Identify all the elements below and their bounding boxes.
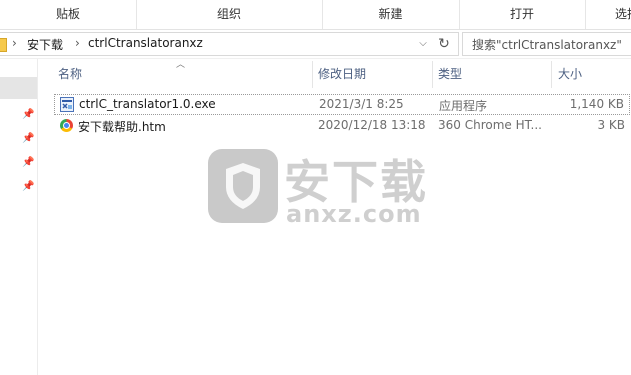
watermark-shield-logo	[208, 149, 278, 223]
file-type: 应用程序	[439, 99, 488, 113]
pin-icon[interactable]: 📌	[22, 157, 34, 168]
file-modified: 2020/12/18 13:18	[318, 118, 426, 132]
exe-icon	[60, 97, 74, 112]
pin-icon[interactable]: 📌	[22, 109, 34, 120]
folder-icon	[0, 38, 7, 52]
chevron-down-icon[interactable]: ⌵	[416, 36, 430, 52]
refresh-icon[interactable]: ↻	[434, 35, 454, 53]
column-header-size[interactable]: 大小	[558, 62, 582, 86]
file-size: 3 KB	[597, 118, 625, 132]
address-row: › 安下载 › ctrlCtranslatoranxz ⌵ ↻ 搜索"ctrlC…	[0, 30, 631, 59]
nav-item-selected[interactable]	[0, 77, 37, 99]
pin-icon[interactable]: 📌	[22, 133, 34, 144]
navigation-pane: 📌 📌 📌 📌	[0, 59, 38, 375]
search-input[interactable]: 搜索"ctrlCtranslatoranxz"	[462, 32, 631, 56]
file-name: 安下载帮助.htm	[78, 120, 166, 134]
pin-icon[interactable]: 📌	[22, 181, 34, 192]
column-header-type[interactable]: 类型	[438, 62, 462, 86]
column-header-modified[interactable]: 修改日期	[318, 62, 366, 86]
file-row[interactable]: ctrlC_translator1.0.exe 2021/3/1 8:25 应用…	[54, 94, 630, 115]
shield-icon	[226, 163, 260, 209]
breadcrumb-current-folder[interactable]: ctrlCtranslatoranxz	[88, 36, 203, 50]
ribbon-group-new[interactable]: 新建	[322, 0, 460, 29]
column-header-name[interactable]: 名称	[58, 62, 82, 86]
column-divider[interactable]	[551, 61, 552, 88]
file-modified: 2021/3/1 8:25	[319, 97, 404, 111]
file-type: 360 Chrome HT...	[438, 118, 542, 132]
watermark-domain: anxz.com	[286, 200, 422, 228]
chevron-right-icon[interactable]: ›	[12, 36, 17, 50]
file-row[interactable]: 安下载帮助.htm 2020/12/18 13:18 360 Chrome HT…	[54, 116, 630, 137]
search-placeholder: 搜索"ctrlCtranslatoranxz"	[472, 38, 622, 52]
chrome-html-icon	[60, 119, 73, 132]
column-divider[interactable]	[432, 61, 433, 88]
breadcrumb-anxz[interactable]: 安下载	[27, 36, 63, 53]
ribbon-group-select[interactable]: 选择	[585, 0, 631, 29]
ribbon-group-open[interactable]: 打开	[459, 0, 586, 29]
column-divider[interactable]	[312, 61, 313, 88]
chevron-right-icon[interactable]: ›	[75, 36, 80, 50]
address-bar[interactable]: › 安下载 › ctrlCtranslatoranxz ⌵ ↻	[0, 32, 459, 56]
sort-ascending-icon: ︿	[176, 60, 186, 70]
ribbon-group-labels: 贴板 组织 新建 打开 选择	[0, 0, 631, 30]
ribbon-group-clipboard[interactable]: 贴板	[0, 0, 137, 29]
ribbon-group-organize[interactable]: 组织	[136, 0, 323, 29]
file-name: ctrlC_translator1.0.exe	[79, 97, 216, 111]
file-size: 1,140 KB	[569, 97, 624, 111]
